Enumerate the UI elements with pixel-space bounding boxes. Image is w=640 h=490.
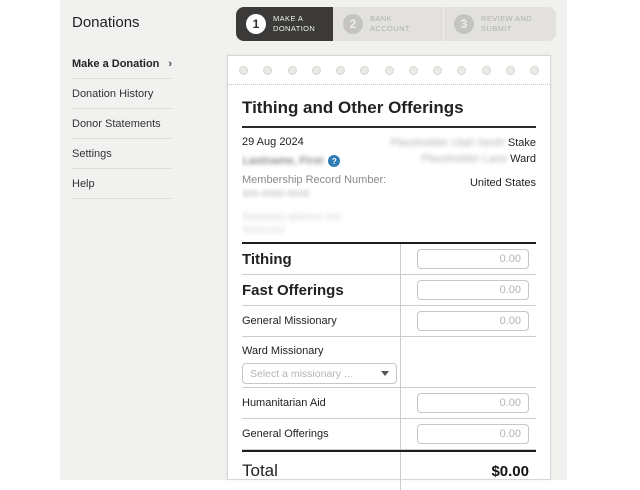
donation-categories-table: Tithing Fast Offerings General Missionar…	[242, 242, 536, 490]
stake-line: Placeholder Utah North Stake	[390, 136, 536, 152]
table-row-general-missionary: General Missionary	[242, 306, 536, 337]
total-value: $0.00	[400, 452, 536, 490]
table-row-tithing: Tithing	[242, 244, 536, 275]
address-redacted-line: Redacted address line	[242, 212, 342, 223]
sidebar-item-label: Make a Donation	[72, 58, 160, 70]
country-label: United States	[469, 176, 536, 189]
record-number-label: Membership Record Number:	[242, 174, 387, 186]
perforation-strip	[228, 56, 550, 85]
step-label: BANK ACCOUNT	[370, 13, 410, 33]
chevron-right-icon: ›	[168, 57, 172, 70]
ward-name-redacted: Placeholder Lane	[421, 152, 508, 165]
stake-suffix: Stake	[507, 137, 536, 149]
category-label: Ward Missionary	[242, 345, 324, 357]
perforation-hole	[457, 65, 467, 75]
sidebar-item-make-a-donation[interactable]: Make a Donation ›	[72, 49, 172, 79]
table-row-fast-offerings: Fast Offerings	[242, 275, 536, 306]
help-icon[interactable]: ?	[328, 155, 341, 167]
perforation-hole	[384, 65, 394, 75]
perforation-hole	[263, 65, 273, 75]
sidebar-item-label: Donor Statements	[72, 118, 161, 130]
perforation-hole	[481, 65, 491, 75]
general-missionary-amount-input[interactable]	[417, 311, 529, 331]
perforation-hole	[311, 65, 321, 75]
step-make-a-donation[interactable]: 1 MAKE A DONATION	[236, 7, 333, 41]
missionary-select[interactable]: Select a missionary ...	[242, 363, 397, 384]
perforation-hole	[433, 65, 442, 75]
sidebar-item-donor-statements[interactable]: Donor Statements	[72, 109, 172, 139]
sidebar-item-donation-history[interactable]: Donation History	[72, 79, 172, 109]
category-label: General Offerings	[242, 428, 329, 440]
donation-slip: Tithing and Other Offerings 29 Aug 2024 …	[227, 55, 551, 490]
sidebar-item-settings[interactable]: Settings	[72, 139, 172, 169]
sidebar-item-label: Donation History	[72, 88, 154, 100]
step-label: REVIEW AND SUBMIT	[481, 13, 533, 33]
member-info-section: 29 Aug 2024 Lastname, First ? Membership…	[242, 128, 536, 242]
general-offerings-amount-input[interactable]	[417, 424, 529, 444]
table-row-humanitarian-aid: Humanitarian Aid	[242, 388, 536, 419]
step-number-badge: 2	[343, 14, 363, 34]
perforation-hole	[336, 65, 345, 75]
table-row-ward-missionary: Ward Missionary Select a missionary ...	[242, 337, 536, 388]
member-name-redacted: Lastname, First	[242, 155, 324, 167]
table-row-total: Total $0.00	[242, 450, 536, 490]
sidebar-item-label: Help	[72, 178, 95, 190]
sidebar-item-label: Settings	[72, 148, 112, 160]
sidebar: Donations Make a Donation › Donation His…	[72, 8, 172, 199]
step-bank-account[interactable]: 2 BANK ACCOUNT	[333, 7, 443, 41]
address-redacted-line: Redacted	[242, 225, 285, 236]
empty-amount-cell	[400, 337, 536, 387]
perforation-hole	[530, 65, 539, 75]
perforation-hole	[287, 65, 297, 75]
humanitarian-aid-amount-input[interactable]	[417, 393, 529, 413]
tithing-amount-input[interactable]	[417, 249, 529, 269]
ward-line: Placeholder Lane Ward	[390, 152, 536, 168]
step-number-badge: 1	[246, 14, 266, 34]
category-label: Humanitarian Aid	[242, 397, 326, 409]
perforation-hole	[505, 65, 515, 75]
page-title: Donations	[72, 14, 140, 31]
step-label: MAKE A DONATION	[273, 13, 316, 33]
ward-suffix: Ward	[510, 152, 536, 165]
stake-name-redacted: Placeholder Utah North	[390, 137, 505, 149]
step-review-and-submit[interactable]: 3 REVIEW AND SUBMIT	[443, 7, 556, 41]
form-title: Tithing and Other Offerings	[242, 98, 464, 117]
perforation-hole	[408, 65, 418, 75]
chevron-down-icon	[381, 371, 389, 376]
wizard-stepper: 1 MAKE A DONATION 2 BANK ACCOUNT 3 REVIE…	[236, 7, 556, 41]
fast-offerings-amount-input[interactable]	[417, 280, 529, 300]
step-number-badge: 3	[454, 14, 474, 34]
category-label: General Missionary	[242, 315, 337, 327]
perforation-hole	[360, 65, 370, 75]
total-label: Total	[242, 461, 278, 480]
perforation-hole	[239, 65, 248, 75]
sidebar-item-help[interactable]: Help	[72, 169, 172, 199]
missionary-select-placeholder: Select a missionary ...	[250, 367, 353, 380]
table-row-general-offerings: General Offerings	[242, 419, 536, 450]
category-label: Fast Offerings	[242, 281, 344, 299]
record-number-redacted: 000-0000-0000	[242, 189, 310, 200]
category-label: Tithing	[242, 250, 292, 268]
donation-date: 29 Aug 2024	[242, 136, 304, 148]
